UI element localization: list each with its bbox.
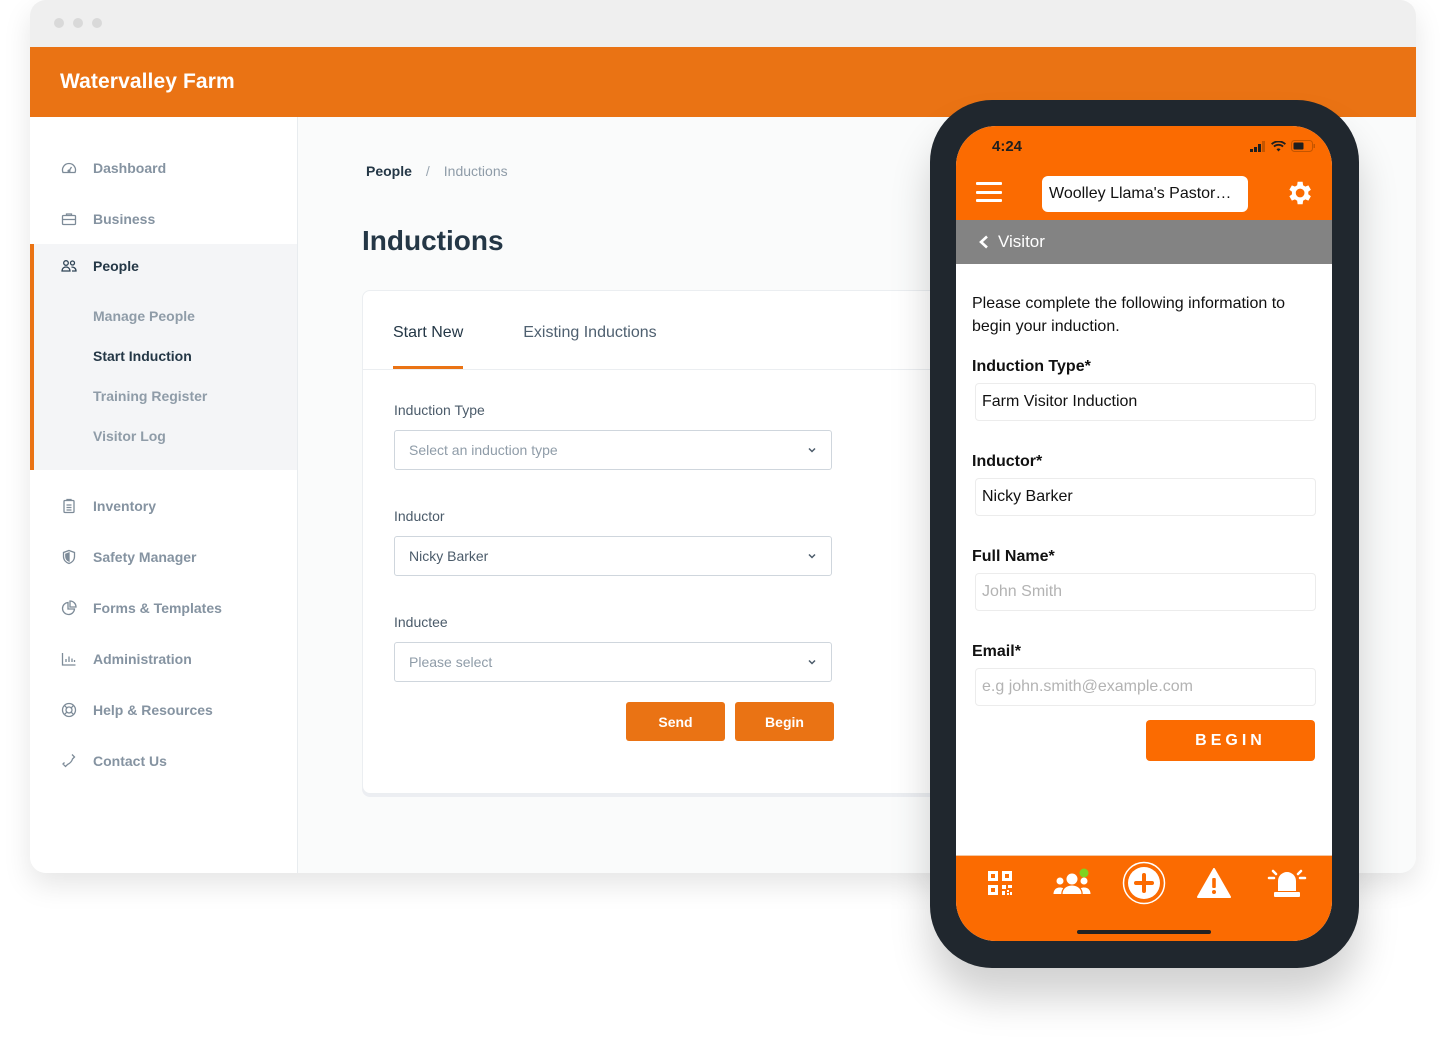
bottom-tab-emergency[interactable] [1266,868,1308,898]
breadcrumb: People / Inductions [366,163,508,179]
phone-induction-form: Please complete the following informatio… [956,264,1332,761]
browser-chrome [30,0,1416,47]
group-icon [1053,868,1091,894]
sidebar-item-contact-us[interactable]: Contact Us [30,735,297,786]
sidebar-item-business[interactable]: Business [30,193,297,244]
phone-induction-type-label: Induction Type* [972,358,1091,375]
alarm-siren-icon [1267,869,1307,897]
phone-email-field[interactable]: e.g john.smith@example.com [975,668,1316,706]
phone-induction-type-field[interactable]: Farm Visitor Induction [975,383,1316,421]
signal-icon [1250,140,1265,152]
wifi-icon [1271,140,1286,151]
warning-icon [1197,868,1231,898]
add-circle-icon [1122,861,1166,905]
form-intro-text: Please complete the following informatio… [972,295,1286,335]
inductor-select[interactable]: Nicky Barker [394,536,832,576]
shield-icon [60,548,78,566]
window-maximize-dot[interactable] [92,18,102,28]
qr-code-icon [988,871,1012,895]
sidebar-item-label: People [93,258,139,274]
window-close-dot[interactable] [54,18,64,28]
chevron-down-icon [808,553,816,559]
phone-bottom-nav [956,855,1332,941]
home-indicator [1077,930,1211,934]
bottom-tab-people[interactable] [1052,868,1092,898]
page-title: Inductions [362,225,504,256]
sidebar-subitem-start-induction[interactable]: Start Induction [34,336,297,376]
pie-chart-icon [60,599,78,617]
breadcrumb-people-link[interactable]: People [366,163,412,179]
form-actions: Send Begin [394,702,834,741]
tab-existing-inductions[interactable]: Existing Inductions [523,291,656,369]
breadcrumb-current: Inductions [443,163,508,179]
chevron-down-icon [808,447,816,453]
tab-start-new[interactable]: Start New [393,291,464,369]
hamburger-menu-icon[interactable] [976,182,1002,202]
inductor-value: Nicky Barker [409,548,489,564]
sidebar-group-people: People Manage People Start Induction Tra… [30,244,297,470]
phone-email-label: Email* [972,643,1021,660]
people-icon [60,257,78,275]
gear-icon[interactable] [1284,178,1314,208]
sidebar-item-label: Help & Resources [93,701,213,718]
window-minimize-dot[interactable] [73,18,83,28]
phone-header: 4:24 Woolley Llama's Pastor… [956,126,1332,220]
bottom-tab-qr[interactable] [982,868,1018,898]
phone-full-name-field[interactable]: John Smith [975,573,1316,611]
sidebar-item-label: Forms & Templates [93,599,222,616]
sidebar-item-safety-manager[interactable]: Safety Manager [30,531,297,582]
sidebar-subitem-visitor-log[interactable]: Visitor Log [34,416,297,456]
briefcase-icon [60,210,78,228]
status-time: 4:24 [992,138,1023,155]
lifebuoy-icon [60,701,78,719]
bar-chart-icon [60,650,78,668]
sidebar-subitem-manage-people[interactable]: Manage People [34,296,297,336]
sidebar-item-label: Safety Manager [93,548,197,565]
sidebar-item-label: Dashboard [93,159,167,176]
begin-button[interactable]: Begin [735,702,834,741]
back-to-visitor[interactable]: Visitor [956,220,1332,264]
bottom-tab-add[interactable] [1122,861,1166,905]
chevron-down-icon [808,659,816,665]
back-label: Visitor [998,232,1045,251]
sidebar-item-help-resources[interactable]: Help & Resources [30,684,297,735]
organization-selector[interactable]: Woolley Llama's Pastor… [1042,176,1248,212]
battery-icon [1291,140,1315,152]
breadcrumb-separator: / [425,163,430,179]
send-button[interactable]: Send [626,702,725,741]
inductee-placeholder: Please select [409,654,493,670]
induction-type-placeholder: Select an induction type [409,442,558,458]
bottom-tab-hazard[interactable] [1196,868,1232,898]
sidebar-item-forms-templates[interactable]: Forms & Templates [30,582,297,633]
phone-begin-button[interactable]: BEGIN [1146,720,1315,761]
phone-full-name-label: Full Name* [972,548,1055,565]
induction-type-select[interactable]: Select an induction type [394,430,832,470]
sidebar-item-people[interactable]: People [34,244,297,288]
inductee-select[interactable]: Please select [394,642,832,682]
dashboard-gauge-icon [60,159,78,177]
sidebar-item-label: Business [93,210,156,227]
sidebar: Dashboard Business People Manage People … [30,117,298,873]
sidebar-item-administration[interactable]: Administration [30,633,297,684]
sidebar-item-inventory[interactable]: Inventory [30,480,297,531]
app-title[interactable]: Watervalley Farm [60,70,235,94]
phone-inductor-field[interactable]: Nicky Barker [975,478,1316,516]
sidebar-item-label: Contact Us [93,752,167,769]
online-badge [1079,868,1089,878]
sidebar-item-label: Inventory [93,497,157,514]
phone-icon [60,752,78,770]
phone-screen: 4:24 Woolley Llama's Pastor… Visitor Ple… [956,126,1332,941]
chevron-left-icon [979,235,988,249]
clipboard-icon [60,497,78,515]
phone-mockup: 4:24 Woolley Llama's Pastor… Visitor Ple… [930,100,1359,968]
sidebar-subitem-training-register[interactable]: Training Register [34,376,297,416]
status-icons [1250,140,1316,152]
phone-inductor-label: Inductor* [972,453,1043,470]
sidebar-item-label: Administration [93,650,192,667]
sidebar-item-dashboard[interactable]: Dashboard [30,142,297,193]
